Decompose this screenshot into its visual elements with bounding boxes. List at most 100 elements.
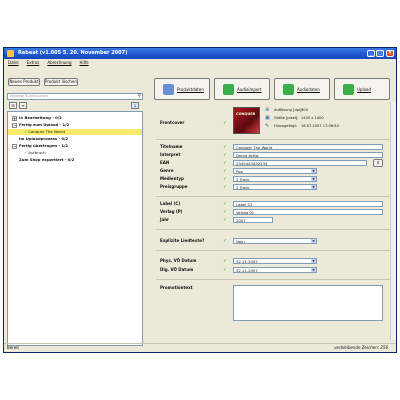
verlag-label: Verlag (P) (160, 209, 183, 214)
remaining-chars: verbleibende Zeichen: 256 (334, 345, 388, 350)
collapse-icon[interactable]: − (12, 122, 17, 128)
menu-abrechnung[interactable]: Abrechnung (47, 59, 71, 66)
phys-release-date[interactable]: 22.11.2007 ▼ (233, 258, 317, 264)
divider (156, 279, 392, 280)
dig-release-label: Dig. VÖ Datum (160, 267, 194, 272)
genre-label: Genre (160, 168, 174, 173)
check-icon: ✓ (24, 150, 28, 155)
expand-icon[interactable]: + (12, 115, 17, 121)
check-icon: ✓ (223, 238, 228, 244)
resolution-info: Auflösung [dpi]: 300 (274, 108, 308, 112)
search-input[interactable]: Release durchsuchen ⚲ (7, 93, 143, 100)
zoom-icon[interactable]: ⊕ (265, 107, 271, 113)
maximize-button[interactable]: □ (376, 50, 384, 57)
menu-hilfe[interactable]: Hilfe (80, 59, 89, 66)
tree-node-im-uploadprozess[interactable]: Im Uploadprozess - 0/2 (19, 136, 68, 142)
chevron-down-icon[interactable]: ▼ (311, 259, 316, 263)
collapse-icon[interactable]: − (12, 143, 17, 149)
check-icon: ✓ (223, 184, 228, 190)
interpret-label: Interpret (160, 152, 181, 157)
check-icon: ✓ (223, 152, 228, 158)
ean-label: EAN (160, 160, 170, 165)
check-icon: ✓ (223, 201, 228, 207)
check-icon: ✓ (223, 144, 228, 150)
tab-upload[interactable]: Upload (334, 78, 390, 100)
check-icon: ✓ (223, 160, 228, 166)
status-text: Bereit (7, 345, 19, 350)
sort-icon[interactable]: ↓ (131, 102, 139, 109)
chevron-down-icon[interactable]: ▼ (311, 239, 316, 243)
left-panel: Release durchsuchen ⚲ ⊟ ≡ ↓ + In Bearbeit… (7, 80, 143, 352)
titel-input[interactable]: Conquer The World (233, 144, 383, 150)
close-button[interactable]: × (386, 50, 394, 57)
collapse-all-button[interactable]: ⊟ (9, 102, 17, 109)
verlag-input[interactable]: Verlag 01 (233, 209, 383, 215)
window-title: Rebeat (v1.005 5. 20. November 2007) (18, 50, 128, 56)
check-icon: ✓ (24, 129, 28, 134)
explicit-select[interactable]: Nein ▼ (233, 238, 317, 244)
check-icon: ✓ (223, 209, 228, 215)
divider (156, 196, 392, 197)
label-c-label: Label (C) (160, 201, 181, 206)
app-icon (7, 50, 14, 57)
upload-icon (343, 84, 354, 95)
tab-audioimport[interactable]: Audioimport (214, 78, 270, 100)
jahr-input[interactable]: 2007 (233, 217, 273, 223)
chevron-down-icon[interactable]: ▼ (311, 185, 316, 189)
product-data-icon (163, 84, 174, 95)
release-tree: + In Bearbeitung - 0/2 − Fertig zum Upload… (7, 111, 143, 346)
genre-select[interactable]: Pop ▼ (233, 168, 317, 174)
label-c-input[interactable]: Label 01 (233, 201, 383, 207)
titel-label: Titelname (160, 144, 183, 149)
tree-node-fertig-uebertragen[interactable]: − Fertig übertragen - 1/2 (12, 143, 68, 149)
tree-item-conquer-the-world[interactable]: ✓ Conquer The World (8, 129, 142, 135)
divider (156, 139, 392, 140)
status-bar: Bereit verbleibende Zeichen: 256 (4, 343, 396, 352)
dig-release-date[interactable]: 22.11.2007 ▼ (233, 267, 317, 273)
tree-node-zum-shop-exportiert[interactable]: Zum Shop exportiert - 0/2 (19, 157, 74, 163)
delete-icon[interactable]: ✎ (265, 123, 271, 129)
tree-node-in-bearbeitung[interactable]: + In Bearbeitung - 0/2 (12, 115, 62, 121)
preisgruppe-label: Preisgruppe (160, 184, 188, 189)
chevron-down-icon[interactable]: ▼ (311, 169, 316, 173)
added-info: Hinzugefügt: 16.07.2007 17:06:54 (274, 124, 339, 128)
preisgruppe-select[interactable]: 2 Track ▼ (233, 184, 317, 190)
app-window: Rebeat (v1.005 5. 20. November 2007) _ □… (3, 47, 397, 353)
menu-extras[interactable]: Extras (27, 59, 40, 66)
chevron-down-icon[interactable]: ▼ (311, 268, 316, 272)
folder-icon[interactable]: ▣ (265, 115, 271, 121)
title-bar: Rebeat (v1.005 5. 20. November 2007) _ □… (4, 48, 396, 59)
promotiontext-label: Promotiontext (160, 285, 193, 290)
phys-release-label: Phys. VÖ Datum (160, 258, 197, 263)
explicit-label: Explizite Liedtexte? (160, 238, 205, 243)
menu-datei[interactable]: Datei (8, 59, 19, 66)
tab-audiodaten[interactable]: Audiodaten (274, 78, 330, 100)
tab-produktdaten[interactable]: Produktdaten (154, 78, 210, 100)
search-placeholder: Release durchsuchen (10, 94, 49, 98)
chevron-down-icon[interactable]: ▼ (311, 177, 316, 181)
check-icon: ✓ (223, 168, 228, 174)
promotiontext-input[interactable] (233, 285, 383, 321)
check-icon: ✓ (223, 176, 228, 182)
scrollbar[interactable] (390, 102, 396, 340)
medientyp-select[interactable]: 2 Track ▼ (233, 176, 317, 182)
expand-all-button[interactable]: ≡ (19, 102, 27, 109)
divider (156, 229, 392, 230)
tree-node-fertig-zum-upload[interactable]: − Fertig zum Upload - 1/2 (12, 122, 69, 128)
jahr-label: Jahr (160, 217, 170, 222)
check-icon: ✓ (223, 267, 228, 273)
check-icon: ✓ (223, 258, 228, 264)
product-form: Frontcover ✓ CONQUER ⊕ ▣ ✎ Auflösung [dp… (148, 104, 394, 344)
minimize-button[interactable]: _ (367, 50, 375, 57)
medientyp-label: Medientyp (160, 176, 184, 181)
divider (156, 250, 392, 251)
interpret-input[interactable]: Demo Artist (233, 152, 383, 158)
size-info: Größe [pixel]: 1400 x 1400 (274, 116, 324, 120)
ean-lookup-button[interactable]: $ (373, 159, 383, 167)
ean-input[interactable]: 2345443452234 (233, 160, 367, 166)
search-icon[interactable]: ⚲ (137, 94, 141, 99)
menu-bar: Datei Extras Abrechnung Hilfe (4, 59, 396, 66)
frontcover-image[interactable]: CONQUER (233, 107, 260, 134)
tree-item-aufbruch[interactable]: ✓ Aufbruch (24, 150, 46, 156)
check-icon: ✓ (223, 217, 228, 223)
